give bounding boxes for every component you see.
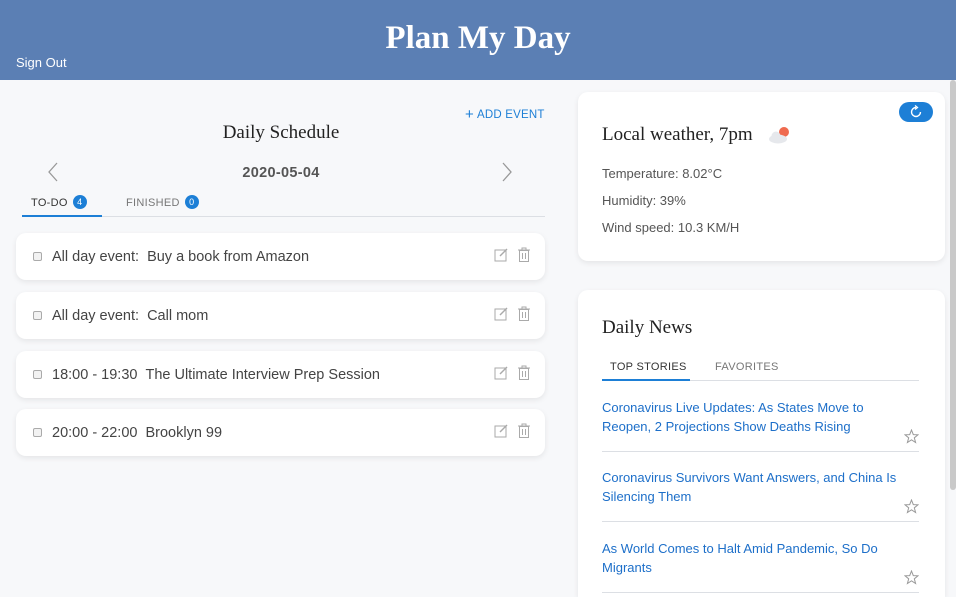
add-event-label: ADD EVENT [476, 109, 545, 121]
humidity-text: Humidity: 39% [602, 193, 686, 208]
news-title: Daily News [602, 317, 693, 338]
wind-speed-text: Wind speed: 10.3 KM/H [602, 220, 740, 235]
plus-icon: + [465, 106, 474, 123]
tab-favorites[interactable]: FAVORITES [715, 361, 795, 381]
tab-finished[interactable]: FINISHED 0 [126, 195, 216, 217]
event-card: All day event: Buy a book from Amazon [16, 233, 545, 280]
event-time: 20:00 - 22:00 [52, 425, 138, 441]
event-card: 20:00 - 22:00 Brooklyn 99 [16, 409, 545, 456]
event-checkbox[interactable] [33, 311, 42, 320]
partly-cloudy-sun-icon [766, 124, 794, 151]
event-text: All day event: Buy a book from Amazon [52, 249, 309, 265]
weather-title: Local weather, 7pm [602, 124, 753, 145]
weather-panel: Local weather, 7pm Temperature: 8.02°C H… [578, 92, 945, 261]
event-checkbox[interactable] [33, 252, 42, 261]
next-day-button[interactable] [497, 160, 517, 184]
schedule-title: Daily Schedule [222, 122, 340, 143]
event-text: 20:00 - 22:00 Brooklyn 99 [52, 425, 222, 441]
news-tabs: TOP STORIES FAVORITES [602, 360, 919, 381]
sign-out-link[interactable]: Sign Out [16, 55, 67, 70]
event-text: 18:00 - 19:30 The Ultimate Interview Prep… [52, 367, 380, 383]
current-date: 2020-05-04 [242, 165, 320, 181]
event-name: The Ultimate Interview Prep Session [145, 367, 380, 383]
event-time: All day event: [52, 249, 140, 265]
schedule-tabs: TO-DO 4 FINISHED 0 [22, 195, 545, 217]
tab-todo[interactable]: TO-DO 4 [22, 195, 102, 217]
app-header: Plan My Day Sign Out [0, 0, 956, 80]
article-link[interactable]: As World Comes to Halt Amid Pandemic, So… [602, 539, 902, 577]
edit-icon[interactable] [494, 423, 509, 444]
edit-icon[interactable] [494, 365, 509, 386]
trash-icon[interactable] [517, 423, 531, 444]
article-link[interactable]: Coronavirus Live Updates: As States Move… [602, 398, 902, 436]
trash-icon[interactable] [517, 306, 531, 327]
event-time: All day event: [52, 308, 140, 324]
todo-count-badge: 4 [72, 195, 87, 209]
event-name: Brooklyn 99 [145, 425, 223, 441]
temperature-text: Temperature: 8.02°C [602, 166, 723, 181]
news-article: Coronavirus Survivors Want Answers, and … [602, 468, 920, 522]
news-article: Coronavirus Live Updates: As States Move… [602, 398, 920, 452]
app-title: Plan My Day [385, 20, 571, 56]
event-checkbox[interactable] [33, 428, 42, 437]
add-event-button[interactable]: + ADD EVENT [465, 106, 545, 123]
event-time: 18:00 - 19:30 [52, 367, 138, 383]
event-card: 18:00 - 19:30 The Ultimate Interview Prep… [16, 351, 545, 398]
tab-finished-label: FINISHED [126, 197, 180, 209]
article-link[interactable]: Coronavirus Survivors Want Answers, and … [602, 468, 902, 506]
tab-todo-label: TO-DO [31, 197, 68, 209]
star-icon[interactable] [903, 569, 920, 590]
event-name: Buy a book from Amazon [147, 249, 310, 265]
star-icon[interactable] [903, 428, 920, 449]
event-text: All day event: Call mom [52, 308, 208, 324]
event-checkbox[interactable] [33, 370, 42, 379]
news-article: As World Comes to Halt Amid Pandemic, So… [602, 539, 920, 593]
trash-icon[interactable] [517, 365, 531, 386]
news-panel: Daily News TOP STORIES FAVORITES Coronav… [578, 290, 945, 597]
event-card: All day event: Call mom [16, 292, 545, 339]
page-scrollbar[interactable] [950, 80, 956, 490]
star-icon[interactable] [903, 498, 920, 519]
edit-icon[interactable] [494, 306, 509, 327]
chevron-right-icon [502, 162, 512, 182]
edit-icon[interactable] [494, 247, 509, 268]
finished-count-badge: 0 [184, 195, 199, 209]
tab-top-stories[interactable]: TOP STORIES [602, 361, 690, 381]
refresh-button[interactable] [899, 102, 933, 122]
event-name: Call mom [147, 308, 209, 324]
trash-icon[interactable] [517, 247, 531, 268]
refresh-icon [910, 105, 922, 118]
